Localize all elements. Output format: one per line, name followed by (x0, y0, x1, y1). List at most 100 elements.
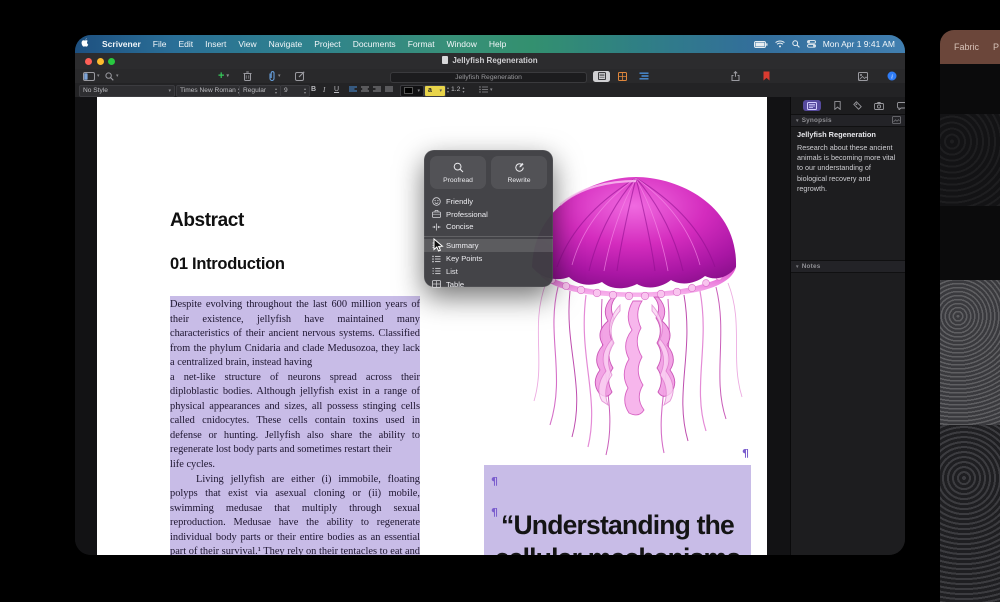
list-icon (432, 267, 441, 275)
outline-view-button[interactable] (635, 71, 652, 82)
battery-icon[interactable] (754, 41, 768, 48)
align-left-button[interactable] (349, 85, 357, 95)
menu-separator (424, 236, 553, 237)
compose-button[interactable] (295, 70, 305, 82)
underline-button[interactable]: U (334, 85, 339, 95)
menu-item-documents[interactable]: Documents (347, 39, 402, 49)
tab-notes-synopsis[interactable] (803, 100, 821, 111)
inspector-panel: ▾Synopsis Jellyfish Regeneration Researc… (790, 97, 905, 555)
menu-item-insert[interactable]: Insert (199, 39, 232, 49)
apple-menu-icon[interactable] (75, 38, 96, 50)
italic-button[interactable]: I (323, 85, 325, 95)
window-title: Jellyfish Regeneration (75, 56, 905, 65)
text-color-well[interactable]: ▾ (400, 85, 424, 97)
spotlight-search-icon[interactable] (792, 40, 800, 48)
share-button[interactable] (731, 70, 740, 82)
fabric-side-window: Fabric P (940, 30, 1000, 602)
align-center-button[interactable] (361, 85, 369, 95)
proofread-magnifier-icon (453, 162, 464, 175)
menu-item-view[interactable]: View (232, 39, 262, 49)
menu-item-project[interactable]: Project (308, 39, 346, 49)
add-item-button[interactable]: +▾ (218, 70, 229, 82)
doc-paragraph: Despite evolving throughout the last 600… (170, 298, 420, 473)
control-center-icon[interactable] (807, 40, 816, 48)
font-variant-dropdown[interactable]: Regular▴▾ (239, 85, 281, 97)
menu-item-window[interactable]: Window (441, 39, 483, 49)
writing-tools-popup: Proofread Rewrite Friendly Professional (424, 150, 553, 287)
mouse-cursor (433, 238, 444, 257)
proofread-button[interactable]: Proofread (430, 156, 486, 189)
menu-item-edit[interactable]: Edit (172, 39, 199, 49)
search-button[interactable]: ▾ (105, 70, 119, 82)
wifi-icon[interactable] (775, 40, 785, 48)
fabric-window-header: Fabric P (940, 30, 1000, 64)
smiley-icon (432, 197, 441, 206)
tab-bookmarks[interactable] (834, 97, 841, 115)
writing-tools-option-list[interactable]: List (424, 265, 553, 278)
doc-heading-abstract: Abstract (170, 210, 244, 232)
pilcrow-mark: ¶ (491, 475, 498, 488)
concise-icon (432, 223, 441, 231)
fabric-tab[interactable]: Fabric (954, 42, 979, 52)
fabric-tab-partial[interactable]: P (993, 42, 999, 52)
pull-quote-text: “Understanding the cellular mechanisms t… (486, 509, 749, 555)
tab-metadata[interactable] (853, 97, 862, 115)
writing-tools-option-friendly[interactable]: Friendly (424, 195, 553, 208)
align-right-button[interactable] (373, 85, 381, 95)
style-dropdown[interactable]: No Style▾ (79, 85, 175, 97)
font-family-dropdown[interactable]: Times New Roman▴▾ (176, 85, 240, 97)
menu-item-help[interactable]: Help (483, 39, 512, 49)
doc-heading-introduction: 01 Introduction (170, 255, 285, 274)
svg-text:i: i (891, 73, 893, 80)
tab-comments[interactable] (897, 97, 905, 115)
synopsis-section-header[interactable]: ▾Synopsis (791, 114, 905, 127)
window-title-bar: Jellyfish Regeneration (75, 53, 905, 70)
trash-button[interactable] (243, 70, 252, 82)
synopsis-title[interactable]: Jellyfish Regeneration (797, 130, 876, 139)
inspector-info-button[interactable]: i (887, 70, 897, 82)
notes-section-header[interactable]: ▾Notes (791, 260, 905, 273)
table-icon (432, 280, 441, 288)
doc-paragraph: Living jellyfish are either (i) immobile… (170, 473, 420, 555)
menubar-clock[interactable]: Mon Apr 1 9:41 AM (823, 39, 895, 49)
rewrite-circle-pencil-icon (514, 162, 525, 175)
highlight-color-well[interactable]: a▾ (424, 85, 446, 97)
document-view-button[interactable] (593, 71, 610, 82)
align-justify-button[interactable] (385, 85, 393, 95)
menu-item-file[interactable]: File (147, 39, 173, 49)
menu-bar: Scrivener File Edit Insert View Navigate… (75, 35, 905, 53)
line-spacing-stepper[interactable]: ▴▾1.2▴▾ (447, 85, 464, 95)
desktop: Scrivener File Edit Insert View Navigate… (0, 0, 1000, 602)
toolbar: ▾ ▾ +▾ ▾ (75, 69, 905, 84)
media-button[interactable] (858, 70, 868, 82)
doc-body-column[interactable]: Despite evolving throughout the last 600… (170, 296, 420, 555)
writing-tools-option-table[interactable]: Table (424, 278, 553, 291)
synopsis-image-icon[interactable] (892, 116, 905, 126)
menu-item-scrivener[interactable]: Scrivener (96, 39, 147, 49)
attach-link-button[interactable]: ▾ (268, 70, 281, 82)
menu-item-format[interactable]: Format (402, 39, 441, 49)
document-icon (442, 56, 448, 64)
rewrite-button[interactable]: Rewrite (491, 156, 547, 189)
inspector-tab-bar (791, 97, 905, 115)
corkboard-view-button[interactable] (614, 71, 631, 82)
writing-tools-option-professional[interactable]: Professional (424, 208, 553, 221)
binder-sidebar-toggle-button[interactable]: ▾ (83, 70, 100, 82)
briefcase-icon (432, 210, 441, 218)
fabric-texture-thumbnail[interactable] (940, 280, 1000, 425)
bold-button[interactable]: B (311, 85, 316, 95)
format-bar: No Style▾ Times New Roman▴▾ Regular▴▾ 9▴… (75, 83, 905, 98)
synopsis-text[interactable]: Research about these ancient animals is … (797, 143, 900, 194)
fabric-texture-thumbnail[interactable] (940, 114, 1000, 206)
bookmark-button[interactable] (763, 70, 770, 82)
font-size-stepper[interactable]: 9▴▾ (280, 85, 310, 97)
list-format-button[interactable]: ▾ (479, 85, 493, 95)
tab-snapshots-camera[interactable] (874, 97, 884, 115)
menu-item-navigate[interactable]: Navigate (263, 39, 309, 49)
mac-screen: Scrivener File Edit Insert View Navigate… (75, 35, 905, 555)
pilcrow-mark: ¶ (742, 447, 749, 460)
writing-tools-option-concise[interactable]: Concise (424, 221, 553, 234)
fabric-texture-thumbnail[interactable] (940, 425, 1000, 602)
pull-quote-block[interactable]: ¶ ¶ “Understanding the cellular mechanis… (484, 465, 751, 555)
project-search-field[interactable] (390, 72, 587, 84)
